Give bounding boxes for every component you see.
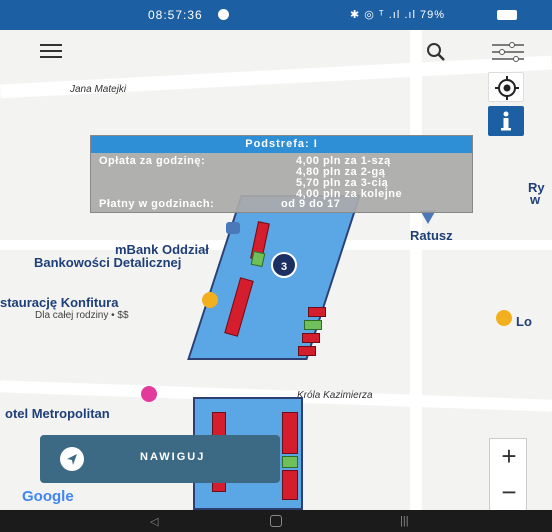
status-time: 08:57:36 — [148, 8, 203, 22]
google-logo: Google — [22, 488, 74, 505]
poi-lo[interactable]: Lo — [516, 314, 532, 329]
navigate-button[interactable]: NAWIGUJ — [40, 435, 280, 483]
occupied-spot — [282, 470, 298, 500]
restaurant-icon[interactable] — [202, 292, 218, 308]
status-icons: ✱ ◎ ᵀ .ıl .ıl 79% — [350, 9, 445, 21]
system-navigation-bar: ◁ ||| — [0, 510, 552, 532]
free-spot — [304, 320, 322, 330]
info-icon — [501, 111, 511, 131]
free-spot — [282, 456, 298, 468]
google-logo-text: Google — [22, 488, 74, 505]
info-button[interactable] — [488, 106, 524, 136]
notification-icon — [218, 9, 229, 20]
restaurant-icon[interactable] — [496, 310, 512, 326]
occupied-spot — [308, 307, 326, 317]
back-icon[interactable]: ◁ — [150, 515, 158, 528]
occupied-spot — [298, 346, 316, 356]
poi-restaurant[interactable]: staurację Konfitura — [0, 295, 118, 310]
poi-mbank-line2[interactable]: Bankowości Detalicznej — [34, 255, 181, 270]
locate-me-button[interactable] — [488, 72, 524, 102]
poi-restaurant-subtitle: Dla całej rodziny • $$ — [35, 310, 129, 321]
zoom-out-button[interactable]: − — [490, 477, 528, 508]
search-icon[interactable] — [426, 42, 446, 67]
recents-icon[interactable]: ||| — [400, 515, 409, 527]
menu-icon[interactable] — [40, 44, 62, 62]
zone-info-popup[interactable]: Podstrefa: I Opłata za godzinę: 4,00 pln… — [90, 135, 473, 213]
home-icon[interactable] — [270, 515, 282, 527]
poi-ratusz[interactable]: Ratusz — [410, 228, 453, 243]
street-label-krola-kazimierza: Króla Kazimierza — [297, 390, 373, 401]
poi-hotel[interactable]: otel Metropolitan — [5, 406, 110, 421]
occupied-spot — [302, 333, 320, 343]
hotel-icon[interactable] — [141, 386, 157, 402]
popup-title: Podstrefa: I — [91, 136, 472, 153]
hours-label: Płatny w godzinach: — [99, 198, 215, 210]
status-bar: 08:57:36 ✱ ◎ ᵀ .ıl .ıl 79% — [0, 0, 552, 30]
battery-icon — [497, 10, 517, 20]
parking-zone[interactable] — [187, 195, 361, 360]
bank-icon[interactable] — [226, 222, 240, 234]
map-view[interactable]: Jana Matejki Króla Kazimierza mBank Oddz… — [0, 30, 552, 510]
zoom-controls[interactable]: + − — [489, 438, 527, 510]
poi-right-edge-2: w — [530, 192, 541, 207]
street-label-jana-matejki: Jana Matejki — [70, 84, 127, 95]
navigate-label: NAWIGUJ — [140, 451, 206, 463]
navigation-arrow-icon — [60, 447, 84, 471]
cluster-marker[interactable]: 3 — [271, 252, 297, 278]
zoom-in-button[interactable]: + — [490, 441, 528, 472]
hours-value: od 9 do 17 — [281, 198, 341, 210]
occupied-spot — [282, 412, 298, 454]
filter-sliders-icon[interactable] — [490, 40, 526, 69]
road — [410, 30, 422, 510]
crosshair-icon — [495, 76, 519, 100]
fee-label: Opłata za godzinę: — [99, 155, 206, 167]
